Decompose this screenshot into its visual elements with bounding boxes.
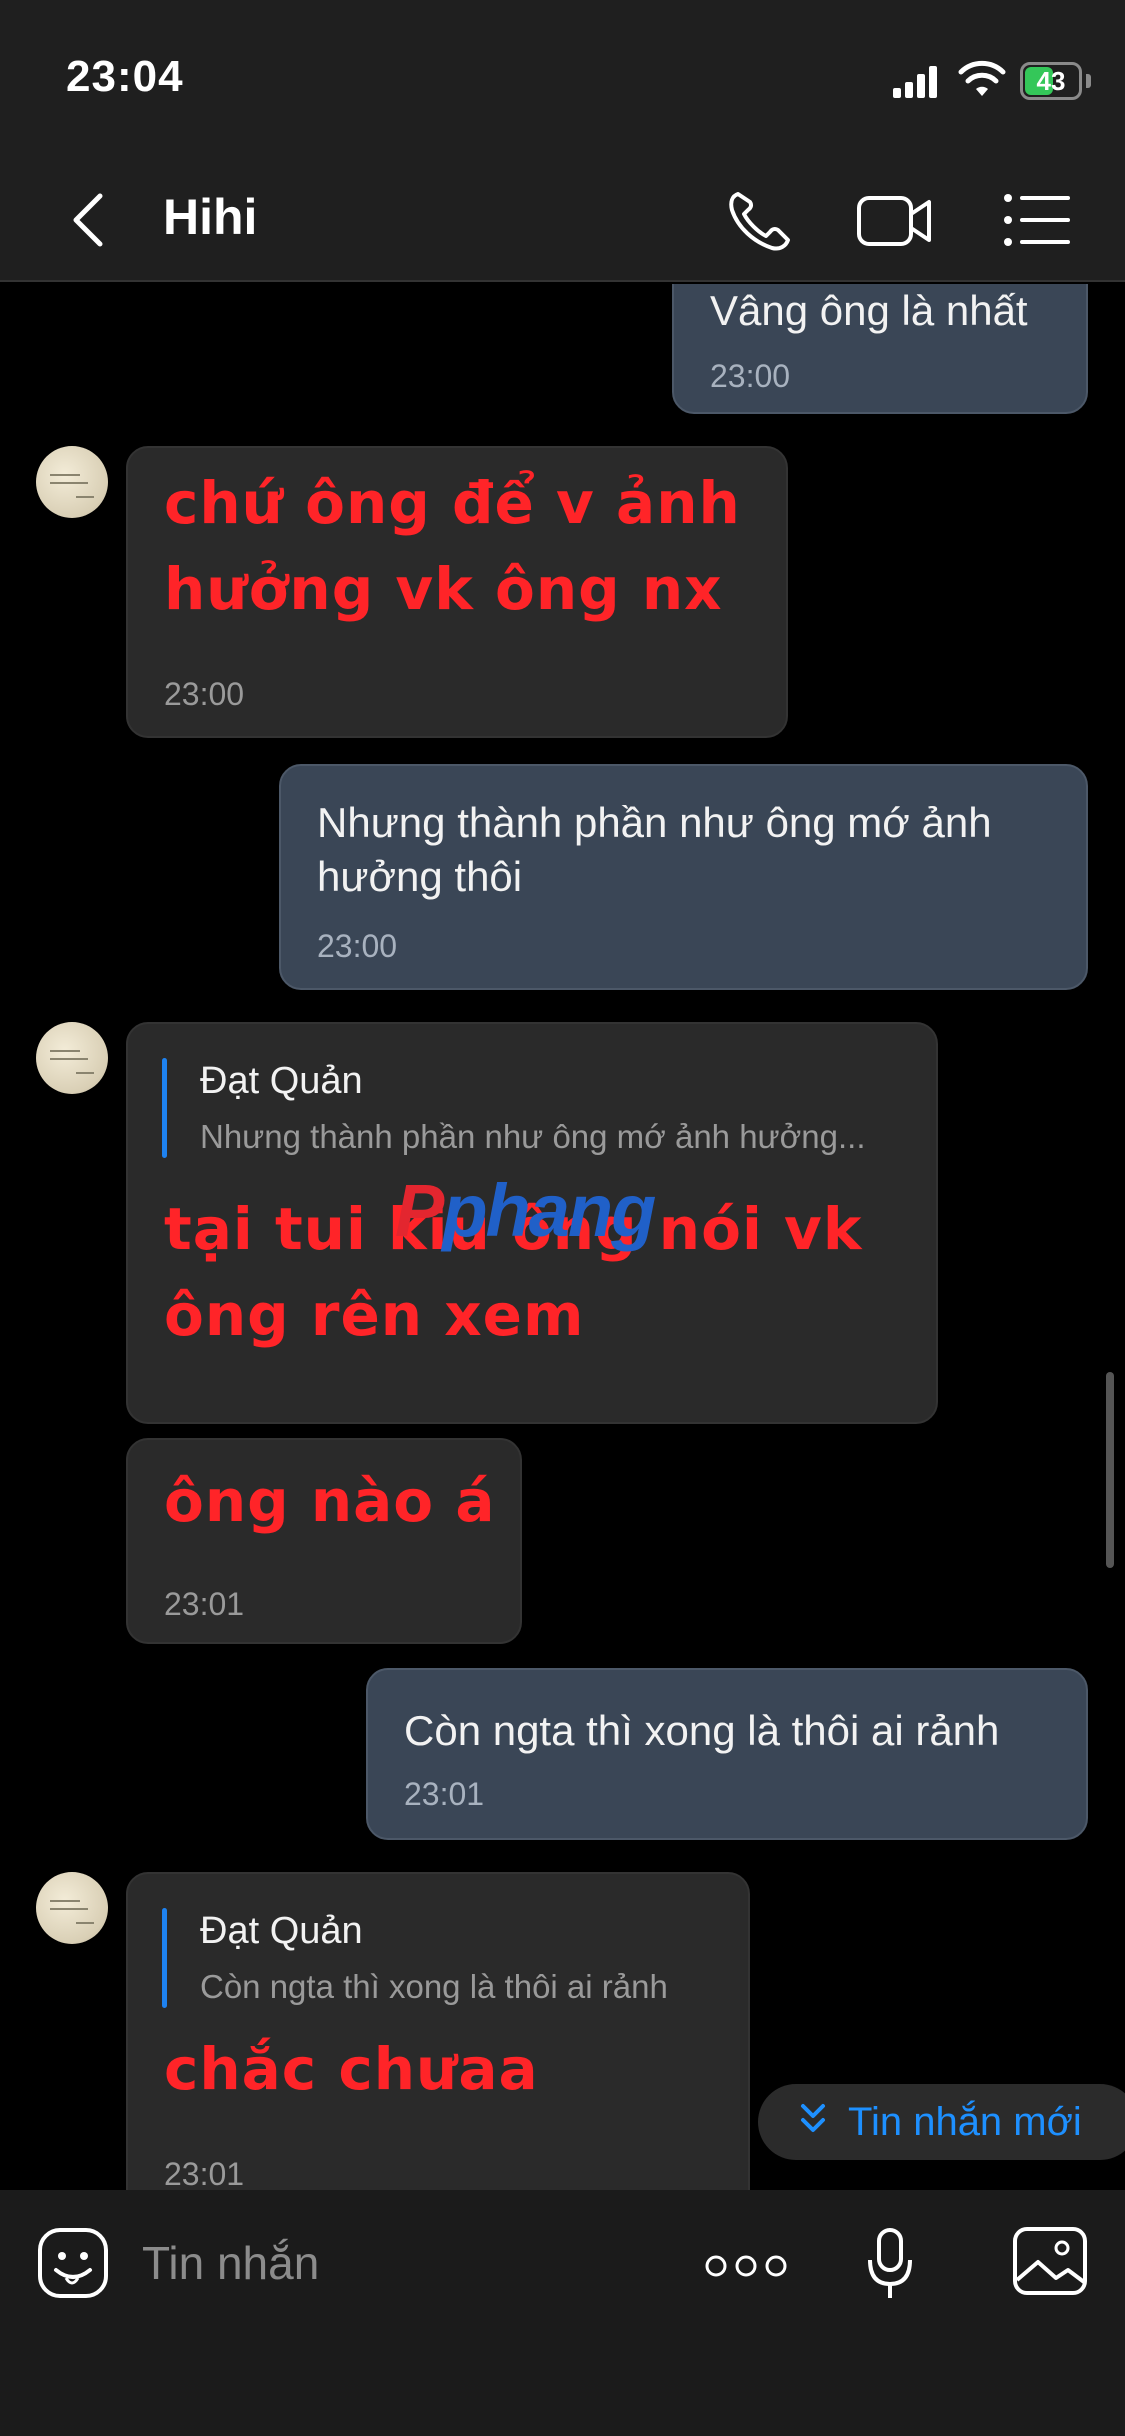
more-options-icon[interactable] [704, 2252, 788, 2280]
avatar[interactable] [36, 446, 108, 518]
chat-title[interactable]: Hihi [163, 188, 257, 246]
message-time: 23:01 [164, 2156, 245, 2190]
reply-quote-bar [162, 1908, 167, 2008]
chat-header: Hihi [0, 160, 1125, 282]
message-text: chắc chưaa [164, 2035, 539, 2103]
status-bar: 23:04 43 [0, 0, 1125, 160]
wifi-icon [958, 60, 1006, 96]
double-chevron-down-icon [801, 2104, 825, 2132]
reply-quote-bar [162, 1058, 167, 1158]
reply-quote-text[interactable]: Còn ngta thì xong là thôi ai rảnh [200, 1968, 668, 2006]
new-messages-label: Tin nhắn mới [848, 2100, 1082, 2144]
incoming-message[interactable]: chứ ông để v ảnh hưởng vk ông nx 23:00 [126, 446, 788, 738]
image-gallery-icon[interactable] [1012, 2226, 1088, 2296]
status-time: 23:04 [66, 52, 184, 101]
outgoing-message[interactable]: Còn ngta thì xong là thôi ai rảnh 23:01 [366, 1668, 1088, 1840]
message-text: Còn ngta thì xong là thôi ai rảnh [404, 1707, 1000, 1754]
message-list[interactable]: Vâng ông là nhất 23:00 chứ ông để v ảnh … [0, 284, 1125, 2190]
message-text-line-1: chứ ông để v ảnh [164, 469, 741, 537]
battery-cap [1086, 74, 1091, 88]
reply-quote-text[interactable]: Nhưng thành phần như ông mớ ảnh hưởng... [200, 1118, 866, 1156]
message-text-line-1: Nhưng thành phần như ông mớ ảnh [317, 799, 992, 846]
message-text-line-2: hưởng thôi [317, 853, 523, 900]
incoming-message[interactable]: ông nào á 23:01 [126, 1438, 522, 1644]
battery-level: 43 [1036, 66, 1066, 96]
message-time: 23:00 [710, 358, 791, 394]
back-arrow-icon[interactable] [60, 188, 120, 252]
video-call-icon[interactable] [855, 184, 935, 256]
menu-list-icon[interactable] [998, 184, 1078, 256]
reply-quote-author: Đạt Quản [200, 1910, 363, 1952]
watermark-logo: Pphang [395, 1169, 656, 1252]
phone-call-icon[interactable] [720, 184, 800, 256]
new-messages-button[interactable]: Tin nhắn mới [758, 2084, 1125, 2160]
message-time: 23:00 [164, 676, 245, 712]
microphone-icon[interactable] [866, 2226, 914, 2302]
message-time: 23:00 [317, 928, 398, 964]
reply-quote-author: Đạt Quản [200, 1060, 363, 1102]
message-text-line-2: hưởng vk ông nx [164, 555, 723, 623]
sticker-emoji-icon[interactable] [36, 2226, 110, 2300]
message-text: Vâng ông là nhất [710, 287, 1028, 334]
message-time: 23:01 [404, 1776, 485, 1812]
avatar[interactable] [36, 1872, 108, 1944]
cellular-signal-icon [893, 66, 937, 98]
message-text: ông nào á [164, 1467, 496, 1535]
scrollbar[interactable] [1106, 1372, 1114, 1568]
message-time: 23:01 [164, 1586, 245, 1622]
message-input[interactable]: Tin nhắn [142, 2236, 319, 2290]
message-input-bar: Tin nhắn [0, 2190, 1125, 2436]
message-text-line-2: ông rên xem [164, 1281, 585, 1349]
incoming-reply-message[interactable]: Đạt Quản Còn ngta thì xong là thôi ai rả… [126, 1872, 750, 2190]
battery-icon: 43 [1020, 62, 1082, 100]
outgoing-message[interactable]: Vâng ông là nhất 23:00 [672, 284, 1088, 414]
outgoing-message[interactable]: Nhưng thành phần như ông mớ ảnh hưởng th… [279, 764, 1088, 990]
avatar[interactable] [36, 1022, 108, 1094]
